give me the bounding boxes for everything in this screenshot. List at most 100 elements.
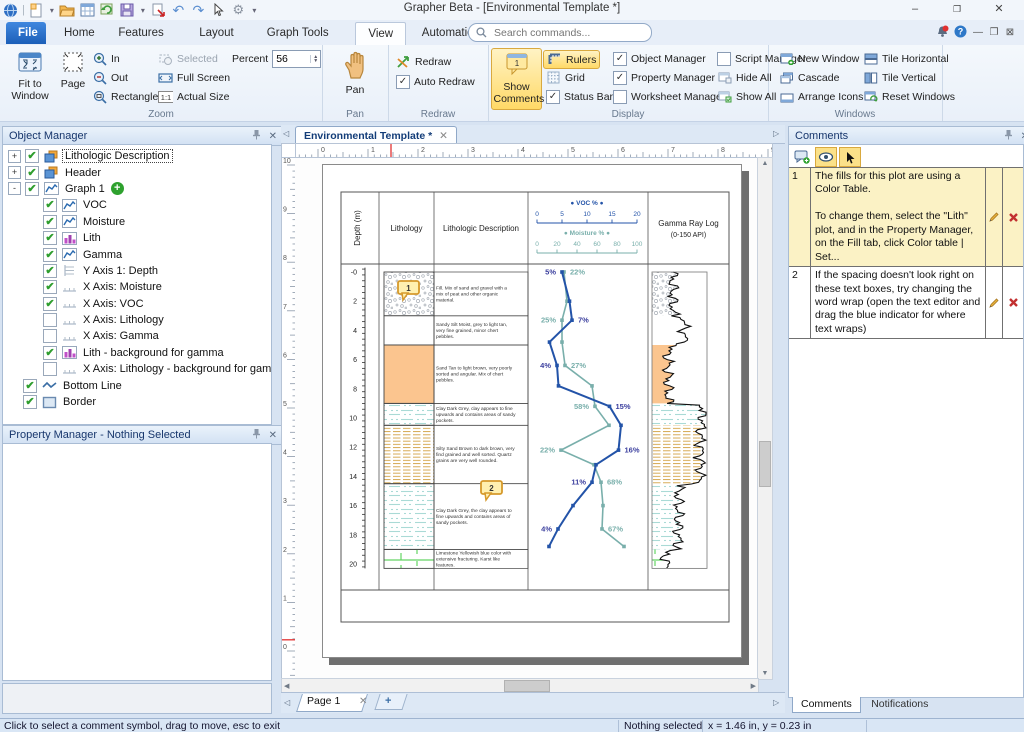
lithology-interval[interactable]: [384, 549, 434, 568]
windows-reset-windows[interactable]: Reset Windows: [860, 88, 958, 105]
tree-item-x-axis-voc[interactable]: ✔X Axis: VOC: [3, 296, 271, 312]
fit-to-window-button[interactable]: Fit to Window: [6, 48, 54, 102]
select-comment-button[interactable]: [839, 147, 861, 167]
ribbon-tab-view[interactable]: View: [355, 22, 406, 45]
expand-icon[interactable]: +: [8, 150, 21, 163]
property-manager-header[interactable]: Property Manager - Nothing Selected ✕: [2, 425, 284, 445]
display-worksheet-manager[interactable]: Worksheet Manager: [610, 88, 728, 105]
doc-restore-icon[interactable]: ❐: [986, 25, 1002, 40]
doc-close-icon[interactable]: ⊠: [1002, 25, 1018, 40]
zoom-rectangle-button[interactable]: Rectangle: [92, 88, 158, 105]
visibility-checkbox[interactable]: ✔: [43, 297, 57, 311]
pin-icon[interactable]: [252, 129, 261, 143]
page-tab-scroll-right-icon[interactable]: ▷: [773, 698, 779, 707]
ribbon-tab-features[interactable]: Features: [106, 22, 175, 44]
display-status-bar[interactable]: ✓Status Bar: [543, 88, 616, 105]
expand-icon[interactable]: +: [8, 166, 21, 179]
pin-icon[interactable]: [252, 428, 261, 442]
document-page[interactable]: Depth (m)LithologyLithologic Description…: [322, 164, 742, 658]
minimize-button[interactable]: –: [898, 0, 932, 19]
pin-icon[interactable]: [1004, 129, 1013, 143]
display-property-manager[interactable]: ✓Property Manager: [610, 69, 718, 86]
options-gear-icon[interactable]: ⚙: [230, 2, 247, 18]
tree-item-moisture[interactable]: ✔Moisture: [3, 214, 271, 230]
zoom-out-button[interactable]: Out: [92, 69, 128, 86]
visibility-checkbox[interactable]: ✔: [43, 215, 57, 229]
restore-button[interactable]: ❐: [940, 0, 974, 19]
visibility-checkbox[interactable]: [43, 329, 57, 343]
help-icon[interactable]: ?: [952, 25, 968, 40]
lithology-interval[interactable]: [384, 425, 434, 483]
lithology-interval[interactable]: [384, 345, 434, 403]
display-rulers[interactable]: Rulers: [543, 50, 600, 69]
save-icon[interactable]: [119, 2, 136, 18]
new-dropdown-icon[interactable]: ▾: [48, 2, 56, 18]
visibility-checkbox[interactable]: [43, 313, 57, 327]
display-hide-all[interactable]: Hide All: [714, 69, 775, 86]
visibility-checkbox[interactable]: ✔: [43, 264, 57, 278]
tree-item-x-axis-moisture[interactable]: ✔X Axis: Moisture: [3, 279, 271, 295]
search-input[interactable]: [492, 26, 644, 40]
auto-redraw-checkbox[interactable]: ✓ Auto Redraw: [396, 73, 475, 90]
lithology-interval[interactable]: [384, 403, 434, 425]
visibility-checkbox[interactable]: ✔: [25, 149, 39, 163]
comment-marker[interactable]: 2: [481, 481, 502, 500]
close-button[interactable]: ✕: [982, 0, 1016, 19]
zoom-percent-input[interactable]: [273, 52, 310, 66]
object-manager-header[interactable]: Object Manager ✕: [2, 126, 284, 146]
windows-arrange-icons[interactable]: Arrange Icons: [776, 88, 866, 105]
tree-item-voc[interactable]: ✔VOC: [3, 197, 271, 213]
document-tab[interactable]: Environmental Template * ✕: [295, 126, 457, 144]
zoom-page-button[interactable]: Page: [56, 48, 90, 90]
pointer-icon[interactable]: [210, 2, 227, 18]
ribbon-tab-file[interactable]: File: [6, 22, 46, 44]
tree-item-lith-background-for-gamma[interactable]: ✔Lith - background for gamma: [3, 345, 271, 361]
edit-comment-button[interactable]: [985, 168, 1002, 266]
tree-item-y-axis-1-depth[interactable]: ✔Y Axis 1: Depth: [3, 263, 271, 279]
windows-cascade[interactable]: Cascade: [776, 69, 842, 86]
redo-icon[interactable]: ↷: [190, 2, 207, 18]
scroll-up-icon[interactable]: ▲: [758, 160, 772, 167]
lithology-interval[interactable]: [384, 316, 434, 345]
tree-item-x-axis-lithology-background-for-gam[interactable]: X Axis: Lithology - background for gam: [3, 361, 271, 377]
tree-item-x-axis-lithology[interactable]: X Axis: Lithology: [3, 312, 271, 328]
worksheet-icon[interactable]: [79, 2, 96, 18]
visibility-checkbox[interactable]: ✔: [43, 280, 57, 294]
show-comments-button[interactable]: 1 Show Comments: [491, 48, 542, 110]
tab-scroll-left-icon[interactable]: ◁: [283, 129, 289, 138]
zoom-percent-field[interactable]: ▲▼: [272, 50, 321, 68]
visibility-checkbox[interactable]: ✔: [43, 198, 57, 212]
visibility-checkbox[interactable]: [43, 362, 57, 376]
horizontal-scroll-thumb[interactable]: [504, 680, 550, 692]
tree-item-header[interactable]: +✔Header: [3, 164, 271, 180]
visibility-checkbox[interactable]: ✔: [25, 166, 39, 180]
add-comment-button[interactable]: [791, 147, 813, 167]
new-document-icon[interactable]: [28, 2, 45, 18]
comments-panel-header[interactable]: Comments ✕: [788, 126, 1024, 146]
reload-icon[interactable]: [99, 2, 116, 18]
tab-scroll-right-icon[interactable]: ▷: [773, 129, 779, 138]
notification-bell-icon[interactable]: [934, 25, 950, 40]
vertical-scrollbar[interactable]: ▲ ▼: [757, 157, 773, 680]
bottom-tab-notifications[interactable]: Notifications: [863, 697, 936, 712]
tree-item-gamma[interactable]: ✔Gamma: [3, 246, 271, 262]
doc-minimize-icon[interactable]: —: [970, 25, 986, 40]
collapse-icon[interactable]: -: [8, 182, 21, 195]
visibility-checkbox[interactable]: ✔: [23, 379, 37, 393]
print-preview-icon[interactable]: [150, 2, 167, 18]
vertical-scroll-thumb[interactable]: [759, 441, 771, 487]
display-grid[interactable]: Grid: [543, 69, 588, 86]
full-screen-button[interactable]: Full Screen: [158, 69, 230, 86]
add-plot-icon[interactable]: +: [111, 182, 124, 195]
page-tab-close-icon[interactable]: ✕: [359, 696, 367, 707]
toolbar-overflow-icon[interactable]: ▾: [250, 2, 259, 18]
visibility-checkbox[interactable]: ✔: [23, 395, 37, 409]
windows-new-window[interactable]: New Window: [776, 50, 862, 67]
tree-item-lith[interactable]: ✔Lith: [3, 230, 271, 246]
windows-tile-horizontal[interactable]: Tile Horizontal: [860, 50, 952, 67]
page-tab-scroll-left-icon[interactable]: ◁: [284, 698, 290, 707]
ribbon-tab-layout[interactable]: Layout: [187, 22, 246, 44]
close-panel-icon[interactable]: ✕: [269, 131, 277, 142]
visibility-checkbox[interactable]: ✔: [43, 248, 57, 262]
add-page-icon[interactable]: +: [385, 695, 391, 707]
